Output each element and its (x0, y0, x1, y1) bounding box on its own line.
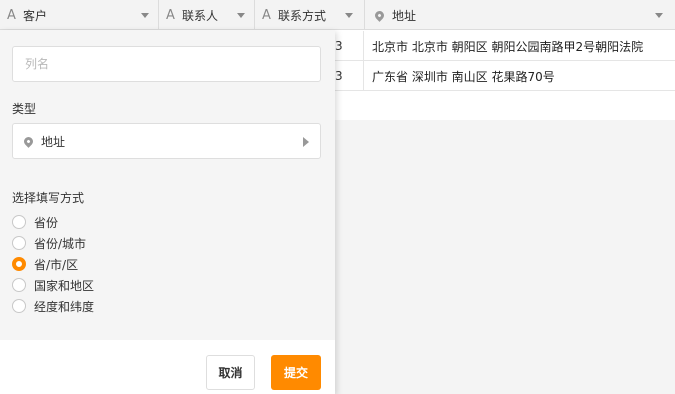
text-type-icon: A (166, 7, 175, 23)
column-header-label: 联系方式 (278, 8, 327, 23)
fill-method-label: 选择填写方式 (12, 191, 85, 205)
radio-label: 国家和地区 (34, 278, 95, 293)
radio-option-province[interactable]: 省份 (12, 214, 58, 230)
radio-button[interactable] (12, 236, 26, 250)
address-cell: 北京市 北京市 朝阳区 朝阳公园南路甲2号朝阳法院 (372, 39, 644, 54)
chevron-down-icon[interactable] (237, 13, 245, 18)
chevron-down-icon[interactable] (345, 13, 353, 18)
column-header-customer[interactable]: A 客户 (0, 0, 159, 30)
radio-option-province-city-district[interactable]: 省/市/区 (12, 256, 78, 272)
column-header-phone[interactable]: A 联系方式 (255, 0, 365, 30)
location-pin-icon (373, 8, 386, 22)
phone-cell: 3 (334, 61, 364, 91)
column-header-address[interactable]: 地址 (365, 0, 675, 30)
radio-label: 省份 (34, 215, 59, 230)
column-header-label: 客户 (23, 8, 48, 23)
type-label: 类型 (12, 102, 37, 116)
radio-option-province-city[interactable]: 省份/城市 (12, 235, 86, 251)
table-header: A 客户 A 联系人 A 联系方式 地址 (0, 0, 675, 30)
submit-button[interactable]: 提交 (271, 355, 321, 390)
text-type-icon: A (262, 7, 271, 23)
radio-label: 省份/城市 (34, 236, 87, 251)
address-cell: 广东省 深圳市 南山区 花果路70号 (372, 69, 555, 84)
radio-label: 省/市/区 (34, 257, 79, 272)
text-type-icon: A (7, 7, 16, 23)
phone-cell: 3 (334, 31, 364, 61)
type-select[interactable]: 地址 (12, 123, 321, 159)
radio-button[interactable] (12, 278, 26, 292)
radio-label: 经度和纬度 (34, 299, 95, 314)
column-header-label: 地址 (392, 8, 417, 23)
radio-option-country-region[interactable]: 国家和地区 (12, 277, 94, 293)
column-name-input[interactable] (12, 46, 321, 82)
chevron-right-icon (303, 137, 309, 147)
column-header-contact[interactable]: A 联系人 (159, 0, 255, 30)
radio-button[interactable] (12, 299, 26, 313)
column-header-label: 联系人 (182, 8, 219, 23)
cancel-button[interactable]: 取消 (206, 355, 255, 390)
chevron-down-icon[interactable] (141, 13, 149, 18)
type-select-value: 地址 (41, 134, 66, 149)
chevron-down-icon[interactable] (655, 13, 663, 18)
radio-button-selected[interactable] (12, 257, 26, 271)
radio-button[interactable] (12, 215, 26, 229)
location-pin-icon (22, 134, 35, 148)
radio-option-lng-lat[interactable]: 经度和纬度 (12, 298, 94, 314)
column-edit-popup: 类型 地址 选择填写方式 省份 省份/城市 省/市/区 国家和地区 经度和纬度 … (0, 30, 335, 394)
